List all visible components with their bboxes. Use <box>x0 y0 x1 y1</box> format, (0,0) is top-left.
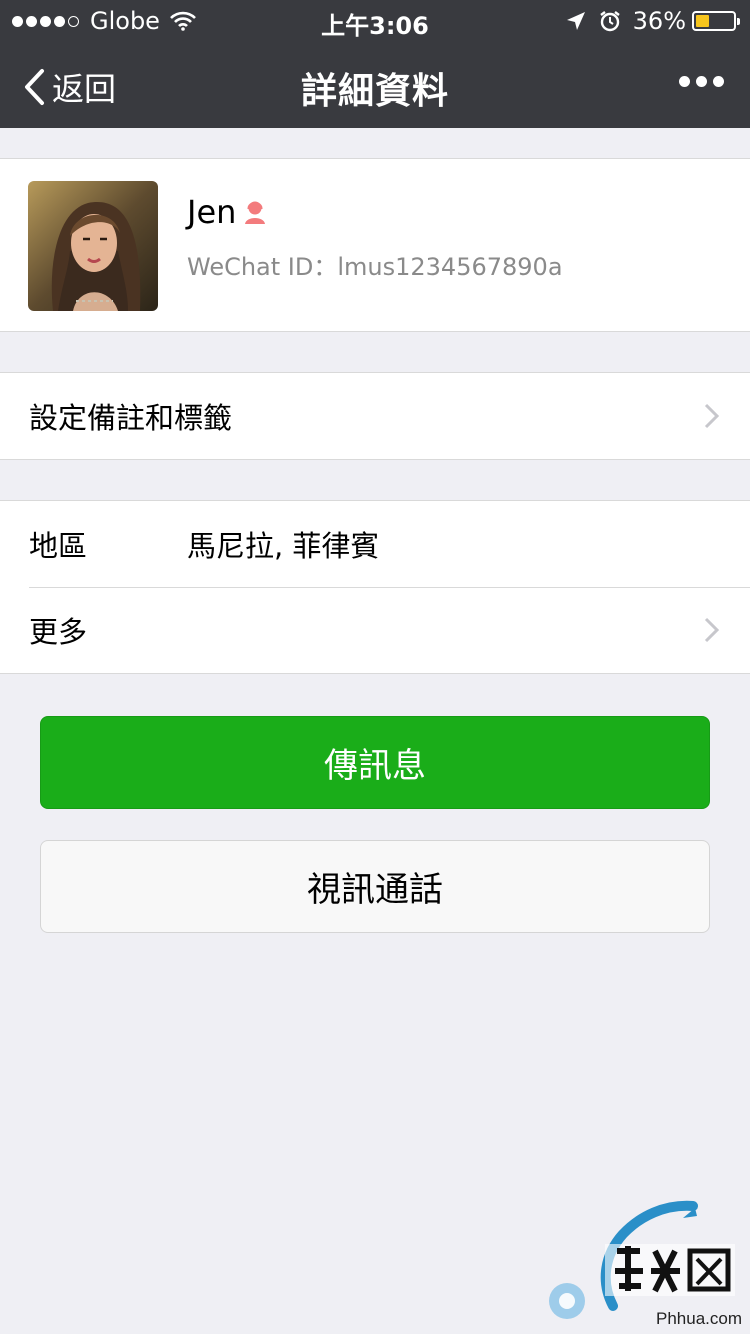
watermark-text: Phhua.com <box>656 1309 742 1328</box>
watermark: Phhua.com <box>545 1196 750 1334</box>
status-right: 36% <box>565 7 740 35</box>
status-bar: Globe 上午3:06 36% <box>0 0 750 40</box>
page-title: 詳細資料 <box>300 71 449 112</box>
battery-fill <box>696 15 709 27</box>
ellipsis-icon[interactable] <box>673 76 724 87</box>
set-remark-label: 設定備註和標籤 <box>29 401 233 435</box>
more-label: 更多 <box>29 615 88 649</box>
region-value: 馬尼拉, 菲律賓 <box>187 529 380 563</box>
send-message-button[interactable]: 傳訊息 <box>40 716 710 809</box>
set-remark-row[interactable]: 設定備註和標籤 <box>0 373 750 459</box>
contact-name: Jen <box>187 193 237 231</box>
battery-icon <box>692 11 740 31</box>
contact-name-row: Jen <box>187 193 270 231</box>
remark-group: 設定備註和標籤 <box>0 372 750 460</box>
wechat-id: WeChat ID：lmus1234567890a <box>187 253 563 281</box>
region-row: 地區 馬尼拉, 菲律賓 <box>0 501 750 587</box>
info-group: 地區 馬尼拉, 菲律賓 更多 <box>0 500 750 674</box>
avatar[interactable] <box>28 181 158 311</box>
contact-details-screen: Globe 上午3:06 36% 返回 詳細資料 Jen WeChat ID：l… <box>0 0 750 1334</box>
alarm-icon <box>599 11 620 32</box>
battery-percent: 36% <box>632 7 686 35</box>
location-arrow-icon <box>566 12 585 30</box>
chevron-right-icon <box>704 403 720 429</box>
video-call-button[interactable]: 視訊通話 <box>40 840 710 933</box>
more-row[interactable]: 更多 <box>0 587 750 673</box>
profile-card: Jen WeChat ID：lmus1234567890a <box>0 158 750 332</box>
avatar-photo <box>28 181 158 311</box>
region-label: 地區 <box>29 529 88 563</box>
female-icon <box>245 201 266 224</box>
chevron-right-icon <box>704 617 720 643</box>
navigation-bar: 返回 詳細資料 <box>0 40 750 128</box>
top-bar: Globe 上午3:06 36% 返回 詳細資料 <box>0 0 750 128</box>
